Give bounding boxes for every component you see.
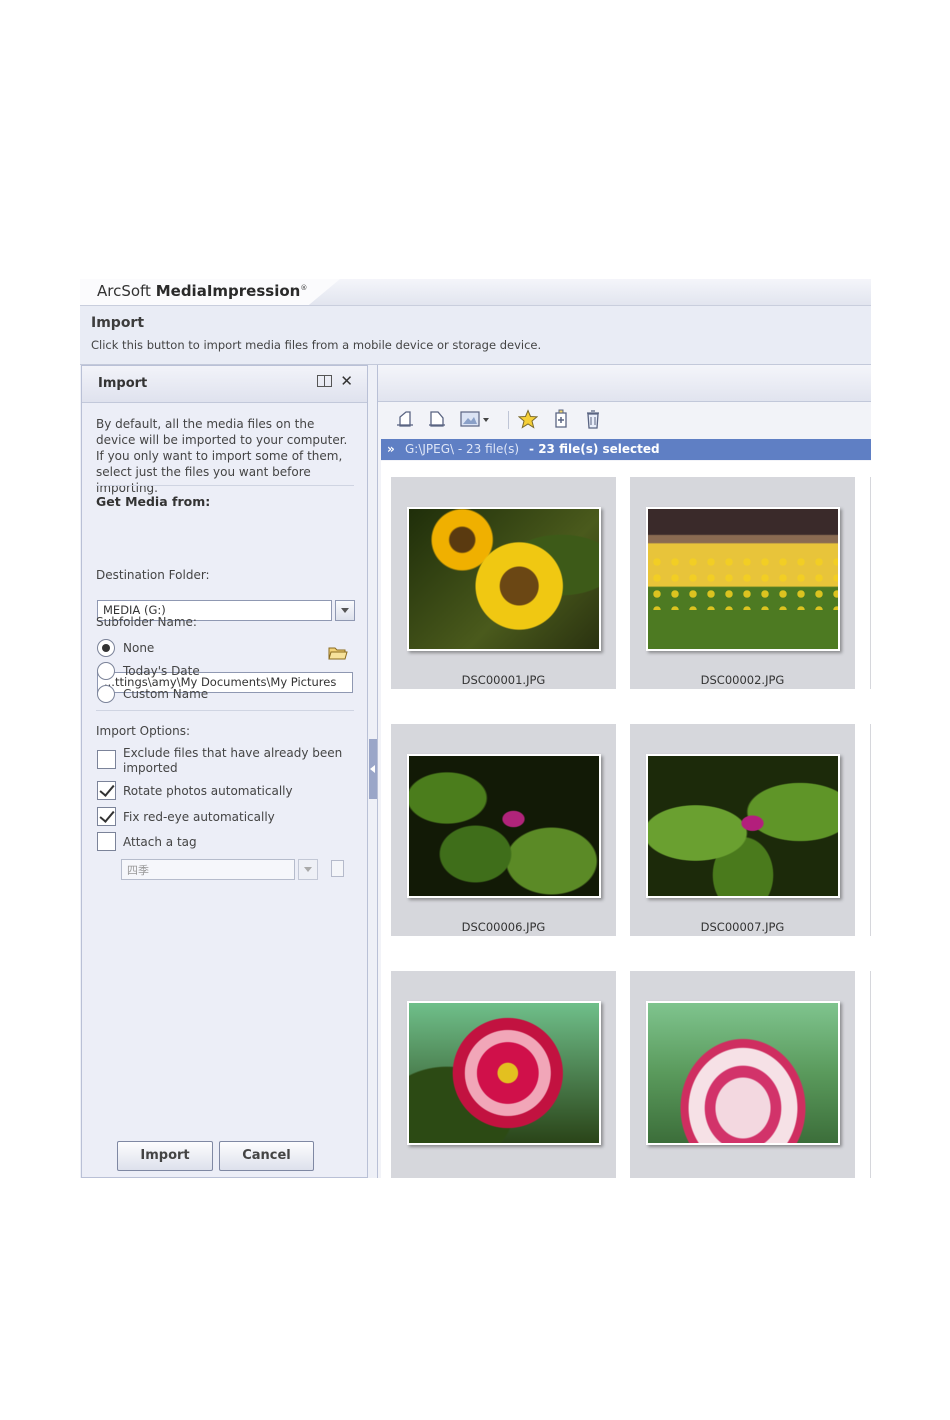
thumbnail-tile-edge <box>870 971 871 1178</box>
exclude-imported-checkbox[interactable] <box>97 750 116 769</box>
page-title: Import <box>91 315 145 331</box>
thumbnail-tile[interactable] <box>391 724 616 936</box>
brand-mark: ® <box>300 284 308 292</box>
toolbar <box>378 401 871 437</box>
thumbnail-filename: DSC00006.JPG <box>461 920 546 934</box>
panel-collapse-handle[interactable] <box>369 739 377 799</box>
destination-folder-label: Destination Folder: <box>96 568 210 582</box>
photo-sunflowers <box>407 507 601 651</box>
photo-pink-bud <box>407 754 601 898</box>
subfolder-custom-radio[interactable] <box>97 685 115 703</box>
toolbar-separator <box>508 411 509 429</box>
thumbnail-tile[interactable] <box>630 971 855 1178</box>
path-bar: » G:\JPEG\ - 23 file(s) - 23 file(s) selec… <box>381 439 871 460</box>
brand-prefix: ArcSoft <box>97 282 156 300</box>
rotate-photos-checkbox[interactable] <box>97 781 116 800</box>
rotate-right-icon[interactable] <box>427 409 447 429</box>
thumbnail-grid: DSC00001.JPG DSC00002.JPG DSC00006.JPG D… <box>381 461 871 1178</box>
import-button[interactable]: Import <box>117 1141 213 1171</box>
exclude-imported-label: Exclude files that have already been imp… <box>123 746 343 775</box>
selection-count: - 23 file(s) selected <box>529 442 660 456</box>
thumbnail-tile[interactable] <box>391 971 616 1178</box>
divider <box>96 710 354 711</box>
divider <box>96 485 354 486</box>
thumbnail-filename: DSC00002.JPG <box>700 673 785 687</box>
attach-tag-label: Attach a tag <box>123 835 197 849</box>
app-brand: ArcSoft MediaImpression® <box>97 282 307 300</box>
thumbnail-filename: DSC00001.JPG <box>461 673 546 687</box>
photo-peony <box>646 1001 840 1145</box>
close-icon[interactable]: ✕ <box>340 372 353 390</box>
subfolder-date-radio[interactable] <box>97 662 115 680</box>
star-icon[interactable] <box>518 409 538 429</box>
attach-tag-checkbox[interactable] <box>97 832 116 851</box>
expand-icon[interactable]: » <box>387 439 405 460</box>
thumbnail-tile[interactable] <box>391 477 616 689</box>
tag-select[interactable]: 四季 <box>121 859 295 880</box>
mediaimpression-window: ArcSoft MediaImpression® Import Click th… <box>80 279 871 1178</box>
subfolder-name-label: Subfolder Name: <box>96 615 197 629</box>
title-bar: ArcSoft MediaImpression® <box>80 279 871 306</box>
thumbnail-tile[interactable] <box>630 724 855 936</box>
tag-icon[interactable] <box>551 409 571 429</box>
rotate-left-icon[interactable] <box>395 409 415 429</box>
fix-redeye-label: Fix red-eye automatically <box>123 810 275 824</box>
dock-icon[interactable] <box>317 375 332 387</box>
thumbnail-filename: DSC00007.JPG <box>700 920 785 934</box>
import-panel-header: Import ✕ <box>82 366 367 403</box>
chevron-down-icon[interactable] <box>298 859 318 880</box>
folder-icon[interactable] <box>328 646 348 660</box>
subfolder-custom-label: Custom Name <box>123 687 209 701</box>
page-header: Import Click this button to import media… <box>80 306 871 365</box>
page-description: Click this button to import media files … <box>91 338 542 352</box>
photo-peony <box>407 1001 601 1145</box>
thumbnail-tile-edge <box>870 724 871 936</box>
import-options-label: Import Options: <box>96 724 190 738</box>
fix-redeye-checkbox[interactable] <box>97 807 116 826</box>
chevron-down-icon[interactable] <box>335 600 355 621</box>
folder-path: G:\JPEG\ - 23 file(s) <box>405 442 520 456</box>
photo-pink-bud <box>646 754 840 898</box>
subfolder-none-label: None <box>123 641 155 655</box>
import-intro-text: By default, all the media files on the d… <box>96 417 348 495</box>
brand-name: MediaImpression <box>155 282 301 300</box>
rotate-photos-label: Rotate photos automatically <box>123 784 293 798</box>
get-media-label: Get Media from: <box>96 494 211 509</box>
thumbnail-tile[interactable] <box>630 477 855 689</box>
subfolder-date-label: Today's Date <box>123 664 200 678</box>
delete-icon[interactable] <box>583 409 603 429</box>
subfolder-none-radio[interactable] <box>97 639 115 657</box>
import-panel-title: Import <box>98 376 148 391</box>
new-tag-icon[interactable] <box>331 860 344 877</box>
thumbnail-tile-edge <box>870 477 871 689</box>
view-mode-icon[interactable] <box>459 409 493 429</box>
cancel-button[interactable]: Cancel <box>219 1141 314 1171</box>
import-panel: Import ✕ By default, all the media files… <box>81 365 368 1178</box>
media-browser-panel: » G:\JPEG\ - 23 file(s) - 23 file(s) selec… <box>377 365 871 1178</box>
media-browser-header <box>378 365 871 402</box>
photo-sunflower-field <box>646 507 840 651</box>
